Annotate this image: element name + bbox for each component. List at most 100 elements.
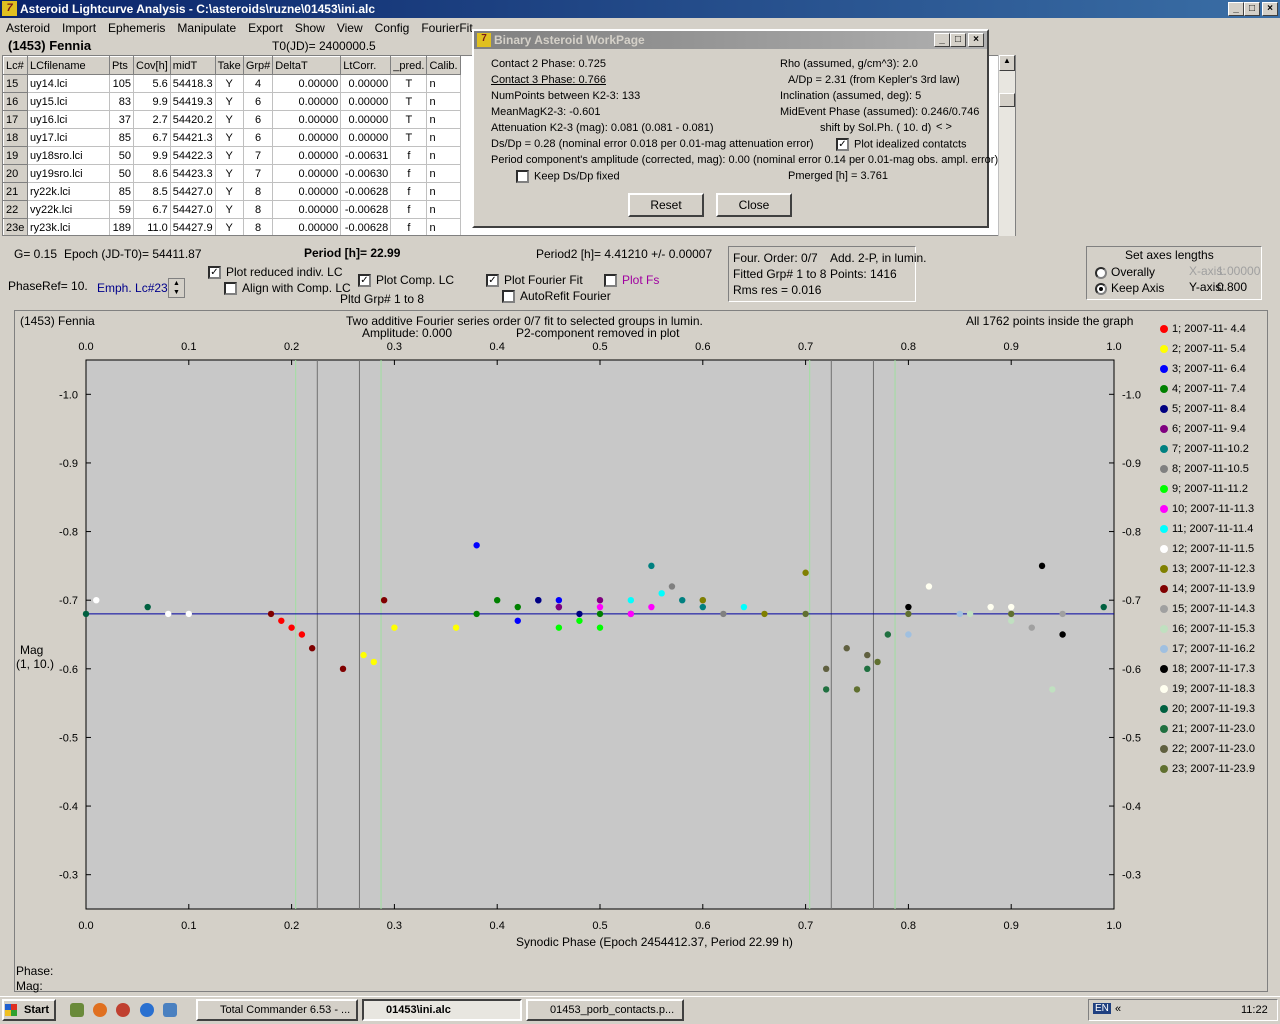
x-tick-label-bottom: 0.5 — [592, 920, 607, 932]
ie-icon[interactable] — [140, 1003, 154, 1017]
taskbar-ini-alc[interactable]: 01453\ini.alc — [362, 999, 522, 1021]
legend-label: 18; 2007-11-17.3 — [1172, 663, 1255, 675]
legend-label: 21; 2007-11-23.0 — [1172, 723, 1255, 735]
data-point — [699, 603, 706, 611]
taskbar: Start Total Commander 6.53 - ... 01453\i… — [0, 996, 1280, 1024]
legend-item: 2; 2007-11- 5.4 — [1160, 343, 1246, 355]
data-point — [864, 651, 871, 659]
data-point — [380, 596, 388, 604]
legend-marker — [1160, 405, 1168, 414]
legend-label: 4; 2007-11- 7.4 — [1172, 383, 1246, 395]
x-tick-label-bottom: 0.3 — [387, 920, 402, 932]
lightcurve-plot[interactable]: 0.0 0.0 0.1 0.1 0.2 0.2 0.3 0.3 0.4 0.4 0.5 0.5 0.6 0… — [0, 0, 1280, 1000]
legend-marker — [1160, 325, 1168, 334]
legend-item: 16; 2007-11-15.3 — [1160, 623, 1255, 635]
quicklaunch-icon-5[interactable] — [163, 1003, 177, 1017]
x-tick-label-top: 0.3 — [387, 341, 402, 353]
data-point — [648, 562, 655, 570]
x-tick-label-top: 0.5 — [592, 341, 607, 353]
data-point — [1049, 686, 1056, 693]
data-point — [802, 610, 809, 618]
data-point — [144, 603, 151, 611]
quicklaunch-icon-1[interactable] — [70, 1003, 84, 1017]
legend-marker — [1160, 685, 1168, 694]
legend-label: 14; 2007-11-13.9 — [1172, 583, 1255, 595]
data-point — [576, 617, 583, 624]
browser-icon[interactable] — [116, 1003, 130, 1017]
legend-item: 19; 2007-11-18.3 — [1160, 683, 1255, 695]
legend-item: 21; 2007-11-23.0 — [1160, 723, 1255, 735]
legend-item: 1; 2007-11- 4.4 — [1160, 323, 1246, 335]
data-point — [843, 645, 850, 652]
legend-label: 9; 2007-11-11.2 — [1172, 483, 1249, 495]
x-tick-label-bottom: 1.0 — [1106, 920, 1121, 932]
data-point — [966, 610, 974, 618]
data-point — [925, 583, 933, 590]
x-tick-label-bottom: 0.7 — [798, 920, 813, 932]
data-point — [452, 624, 460, 631]
language-indicator[interactable]: EN — [1093, 1003, 1111, 1014]
legend-label: 13; 2007-11-12.3 — [1172, 563, 1255, 575]
y-tick-label-right: -0.5 — [1122, 732, 1141, 744]
x-tick-label-top: 0.0 — [78, 341, 93, 353]
legend-item: 7; 2007-11-10.2 — [1160, 443, 1249, 455]
y-tick-label-left: -1.0 — [59, 389, 78, 401]
data-point — [514, 617, 521, 624]
firefox-icon[interactable] — [93, 1003, 107, 1017]
taskbar-porb-contacts[interactable]: 01453_porb_contacts.p... — [526, 999, 684, 1021]
windows-logo-icon — [5, 1004, 17, 1016]
data-point — [679, 596, 686, 604]
y-tick-label-right: -0.4 — [1122, 801, 1141, 813]
clock: 11:22 — [1241, 1004, 1268, 1016]
x-tick-label-bottom: 0.2 — [284, 920, 299, 932]
legend-label: 22; 2007-11-23.0 — [1172, 743, 1255, 755]
legend-item: 14; 2007-11-13.9 — [1160, 583, 1255, 595]
data-point — [1059, 631, 1066, 638]
taskbar-total-commander[interactable]: Total Commander 6.53 - ... — [196, 999, 358, 1021]
data-point — [555, 624, 563, 631]
data-point — [905, 610, 912, 618]
x-tick-label-top: 0.2 — [284, 341, 299, 353]
legend-marker — [1160, 365, 1168, 374]
data-point — [720, 610, 727, 618]
data-point — [360, 651, 367, 659]
data-point — [1008, 603, 1015, 611]
legend-item: 10; 2007-11-11.3 — [1160, 503, 1254, 515]
legend-label: 6; 2007-11- 9.4 — [1172, 423, 1246, 435]
legend-marker — [1160, 585, 1168, 594]
y-tick-label-left: -0.4 — [59, 801, 78, 813]
legend-marker — [1160, 545, 1168, 554]
x-tick-label-bottom: 0.8 — [901, 920, 916, 932]
data-point — [1059, 610, 1066, 618]
legend-label: 17; 2007-11-16.2 — [1172, 643, 1255, 655]
legend-label: 1; 2007-11- 4.4 — [1172, 323, 1246, 335]
x-tick-label-bottom: 0.6 — [695, 920, 710, 932]
data-point — [185, 610, 192, 618]
legend-label: 3; 2007-11- 6.4 — [1172, 363, 1246, 375]
data-point — [802, 569, 809, 576]
data-point — [494, 596, 501, 604]
data-point — [370, 658, 378, 666]
legend-marker — [1160, 565, 1168, 574]
data-point — [576, 610, 583, 618]
legend-label: 12; 2007-11-11.5 — [1172, 543, 1255, 555]
x-tick-label-top: 0.9 — [1004, 341, 1019, 353]
legend-marker — [1160, 645, 1168, 654]
data-point — [822, 686, 830, 693]
y-tick-label-right: -1.0 — [1122, 389, 1141, 401]
tray-expand-icon[interactable]: « — [1115, 1003, 1121, 1015]
y-tick-label-left: -0.8 — [59, 527, 78, 539]
legend-marker — [1160, 445, 1168, 454]
x-tick-label-top: 0.7 — [798, 341, 813, 353]
x-tick-label-top: 0.4 — [490, 341, 505, 353]
legend-marker — [1160, 345, 1168, 354]
taskbar-item-2-label: 01453\ini.alc — [386, 1004, 451, 1016]
legend-label: 5; 2007-11- 8.4 — [1172, 403, 1246, 415]
y-tick-label-left: -0.3 — [59, 870, 78, 882]
legend-marker — [1160, 665, 1168, 674]
legend-marker — [1160, 465, 1168, 474]
legend-label: 10; 2007-11-11.3 — [1172, 503, 1255, 515]
data-point — [987, 603, 994, 611]
legend-item: 13; 2007-11-12.3 — [1160, 563, 1255, 575]
legend-label: 20; 2007-11-19.3 — [1172, 703, 1255, 715]
